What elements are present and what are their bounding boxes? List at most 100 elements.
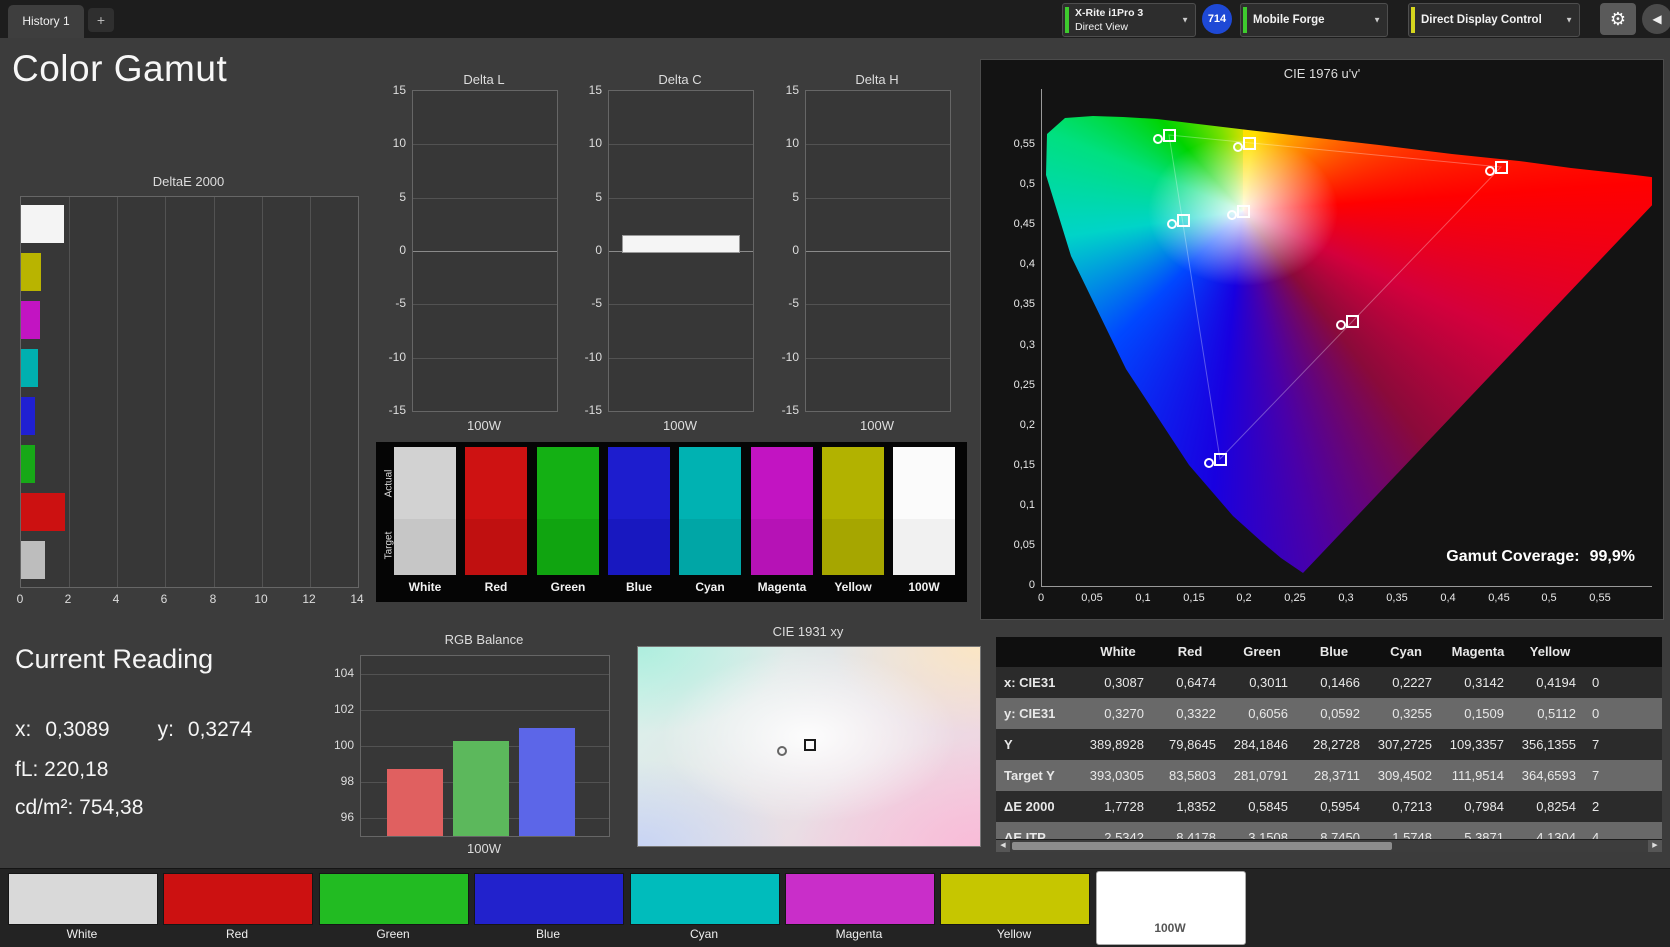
table-header-cell: Yellow [1529,644,1571,659]
table-cell: 281,0791 [1233,768,1288,783]
table-cell: 0,6056 [1248,706,1288,721]
current-reading-fl: fL: 220,18 [15,758,109,781]
gamut-coverage-value: 99,9% [1589,548,1635,565]
deltae-x-axis: 0 2 4 6 8 10 12 14 [16,592,365,606]
table-row[interactable]: Y 389,8928 79,8645 284,1846 28,2728 307,2725 1… [996,729,1662,760]
deltae-bar-yellow [21,253,41,291]
delta-l-chart: Delta L 15 10 5 0 -5 -10 -15 100W [372,72,558,468]
display-control-name: Direct Display Control [1421,14,1542,26]
swatch-actual-cyan [679,447,741,519]
axis-tick-label: 4 [112,592,120,606]
table-cell: 2 [1592,799,1600,814]
swatch-actual-white [394,447,456,519]
table-cell: 0 [1592,706,1600,721]
table-header-cell: Green [1243,644,1281,659]
test-patch-blue[interactable]: Blue [474,871,624,945]
table-row-label: Target Y [1004,768,1055,783]
table-row-label: ΔE 2000 [1004,799,1055,814]
left-arrow-icon: ◀ [1652,12,1662,26]
test-patch-cyan[interactable]: Cyan [630,871,780,945]
deltae-bar-100w [21,541,45,579]
target-marker-cyan [1177,214,1190,227]
meter-dropdown[interactable]: X-Rite i1Pro 3 Direct View ▼ [1062,3,1196,37]
gridline [609,144,753,145]
patch-swatch [785,873,935,925]
axis-tick-label: 15 [392,83,406,97]
axis-tick-label: 0,5 [1019,178,1035,190]
chart-plot [608,90,754,412]
swatch-actual-magenta [751,447,813,519]
table-header-row: White Red Green Blue Cyan Magenta Yellow [996,637,1662,667]
measurement-table: White Red Green Blue Cyan Magenta Yellow x: CIE… [996,637,1662,852]
axis-tick-label: 0 [1037,592,1045,604]
axis-tick-label: 10 [785,136,799,150]
axis-tick-label: -15 [781,403,799,417]
target-marker-blue [1214,453,1227,466]
collapse-panel-button[interactable]: ◀ [1642,4,1670,34]
table-row-label: x: CIE31 [1004,675,1056,690]
gridline [609,198,753,199]
gamut-coverage: Gamut Coverage: 99,9% [1446,548,1635,566]
chart-title: Delta C [658,72,702,87]
measured-marker-green [1153,134,1163,144]
table-cell: 0,4194 [1536,675,1576,690]
table-cell: 356,1355 [1521,737,1576,752]
scrollbar-thumb[interactable] [1012,842,1392,850]
add-tab-button[interactable]: + [88,8,114,32]
test-patch-magenta[interactable]: Magenta [785,871,935,945]
axis-tick-label: 10 [588,136,602,150]
table-row[interactable]: y: CIE31 0,3270 0,3322 0,6056 0,0592 0,3255 0,… [996,698,1662,729]
test-patch-100w[interactable]: 100W [1096,871,1246,945]
gridline [413,358,557,359]
source-dropdown[interactable]: Mobile Forge ▼ [1240,3,1388,37]
patch-label: Magenta [835,927,883,941]
target-marker [804,739,816,751]
patch-label: Cyan [689,927,718,941]
table-cell: 0,0592 [1320,706,1360,721]
gridline [310,197,311,587]
settings-button[interactable]: ⚙ [1600,3,1636,35]
axis-tick-label: 10 [392,136,406,150]
target-marker-magenta [1346,315,1359,328]
axis-tick-label: 12 [302,592,316,606]
axis-tick-label: 0,15 [1013,459,1035,471]
cie-1931-title: CIE 1931 xy [772,624,844,639]
axis-tick-label: 0,2 [1236,592,1252,604]
axis-tick-label: 0,55 [1589,592,1611,604]
table-row[interactable]: ΔE 2000 1,7728 1,8352 0,5845 0,5954 0,7213 0,7… [996,791,1662,822]
display-control-dropdown[interactable]: Direct Display Control ▼ [1408,3,1580,37]
test-patch-red[interactable]: Red [163,871,313,945]
table-row[interactable]: Target Y 393,0305 83,5803 281,0791 28,3711 30… [996,760,1662,791]
patch-label: Red [225,927,248,941]
scroll-left-arrow[interactable]: ◀ [996,840,1010,852]
patch-label: Green [376,927,410,941]
test-patch-green[interactable]: Green [319,871,469,945]
y-value: 0,3274 [187,718,253,741]
table-scrollbar[interactable]: ◀ ▶ [996,839,1662,852]
table-row[interactable]: x: CIE31 0,3087 0,6474 0,3011 0,1466 0,2227 0,… [996,667,1662,698]
axis-tick-label: 0,5 [1541,592,1557,604]
gridline [413,251,557,252]
test-patch-white[interactable]: White [8,871,158,945]
bottom-bar: ▲ ∞ « Back Next » WhiteRedGreenBlueCyanM… [0,868,1670,947]
table-cell: 0,1509 [1464,706,1504,721]
table-cell: 7 [1592,768,1600,783]
gridline [806,198,950,199]
chart-plot [805,90,951,412]
scroll-right-arrow[interactable]: ▶ [1648,840,1662,852]
tab-history[interactable]: History 1 [8,5,84,38]
table-cell: 28,3711 [1313,768,1360,783]
cie-1976-panel: CIE 1976 u'v' Gamut Coverage: 99,9% 0 0,05… [980,59,1664,620]
axis-tick-label: 2 [64,592,72,606]
patch-swatch [474,873,624,925]
axis-tick-label: 0 [16,592,24,606]
test-patch-yellow[interactable]: Yellow [940,871,1090,945]
measured-marker-cyan [1167,219,1177,229]
meter-count-badge[interactable]: 714 [1202,4,1232,34]
axis-tick-label: 6 [160,592,168,606]
table-cell: 0,7984 [1464,799,1504,814]
page-title: Color Gamut [12,48,228,89]
table-header-cell: Blue [1319,644,1349,659]
deltae-bar-red [21,493,65,531]
gridline [806,251,950,252]
